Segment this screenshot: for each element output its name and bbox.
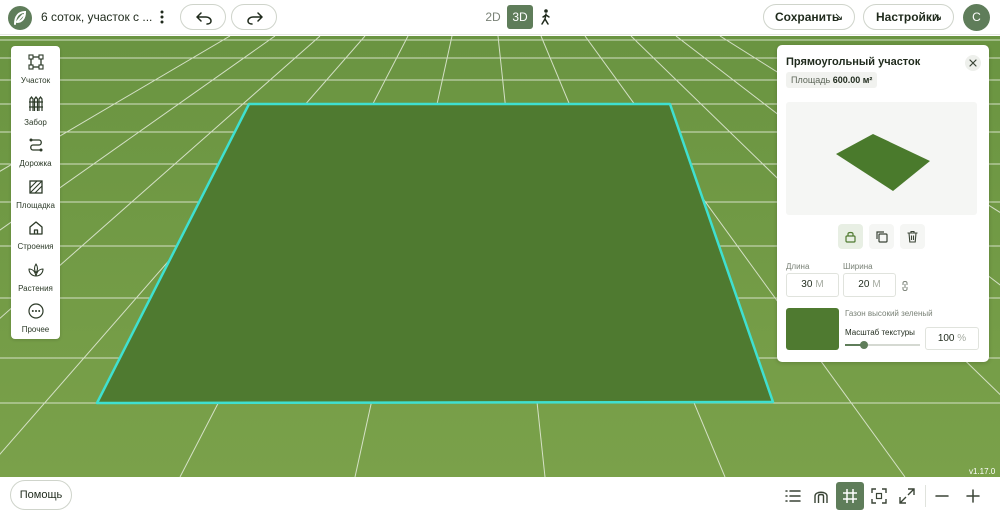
grid-toggle-button[interactable] xyxy=(836,482,864,510)
bottom-bar: Помощь xyxy=(0,477,1000,514)
save-button-label: Сохранить xyxy=(775,10,840,24)
delete-button[interactable] xyxy=(900,224,925,249)
plant-icon xyxy=(28,263,44,277)
link-dimensions-toggle[interactable] xyxy=(901,279,909,291)
kebab-menu-icon xyxy=(160,10,164,24)
texture-swatch[interactable] xyxy=(786,308,839,350)
close-icon xyxy=(969,59,977,67)
snap-magnet-button[interactable] xyxy=(807,482,835,510)
minus-icon xyxy=(935,495,949,497)
redo-icon xyxy=(247,12,263,25)
tool-label: Площадка xyxy=(16,201,55,210)
tool-label: Строения xyxy=(17,242,54,251)
texture-scale-input[interactable]: 100 % xyxy=(925,327,979,350)
tool-plot[interactable]: Участок xyxy=(11,52,60,92)
arrow-down-right-icon: ↘ xyxy=(933,11,943,23)
zoom-out-button[interactable] xyxy=(928,482,956,510)
more-icon xyxy=(28,303,44,319)
properties-panel: Прямоугольный участок Площадь 600.00 м² … xyxy=(777,45,989,362)
plot-preview xyxy=(786,102,977,215)
settings-button[interactable]: Настройки ↘ xyxy=(863,4,954,30)
texture-scale-unit: % xyxy=(957,333,967,344)
grid-icon xyxy=(843,489,857,503)
slider-thumb[interactable] xyxy=(859,341,868,349)
list-icon xyxy=(785,490,801,502)
trash-icon xyxy=(907,230,918,243)
user-avatar[interactable]: С xyxy=(963,4,990,31)
tool-label: Растения xyxy=(18,284,53,293)
width-label: Ширина xyxy=(843,262,873,271)
lock-button[interactable] xyxy=(838,224,863,249)
view-3d-button[interactable]: 3D xyxy=(507,5,533,29)
layers-list-button[interactable] xyxy=(779,482,807,510)
area-value: 600.00 м² xyxy=(832,75,873,85)
tool-fence[interactable]: Забор xyxy=(11,94,60,134)
tool-other[interactable]: Прочее xyxy=(11,301,60,341)
length-input[interactable]: 30 М xyxy=(786,273,839,297)
toolbar-divider xyxy=(925,485,926,507)
area-badge: Площадь 600.00 м² xyxy=(786,72,878,88)
tool-label: Прочее xyxy=(21,325,50,334)
texture-scale-slider[interactable] xyxy=(845,341,920,349)
panel-title: Прямоугольный участок xyxy=(786,56,921,68)
tool-palette: Участок Забор Дорожка Площадка Строения … xyxy=(11,46,60,339)
expand-icon xyxy=(899,488,915,504)
walk-mode-button[interactable] xyxy=(538,8,554,26)
path-icon xyxy=(29,138,43,152)
top-bar: 6 соток, участок с ... 2D 3D Сохранить ↘… xyxy=(0,0,1000,35)
length-value: 30 xyxy=(801,279,813,290)
view-2d-button[interactable]: 2D xyxy=(481,5,505,29)
project-menu-button[interactable] xyxy=(155,9,169,25)
length-unit: М xyxy=(815,279,824,290)
leaf-logo-icon xyxy=(14,10,27,25)
tool-buildings[interactable]: Строения xyxy=(11,218,60,258)
width-input[interactable]: 20 М xyxy=(843,273,896,297)
texture-scale-value: 100 xyxy=(937,333,955,344)
plot-preview-shape xyxy=(836,134,930,191)
magnet-icon xyxy=(814,491,828,503)
focus-selection-button[interactable] xyxy=(865,482,893,510)
focus-frame-icon xyxy=(871,488,887,504)
tool-plants[interactable]: Растения xyxy=(11,260,60,300)
duplicate-button[interactable] xyxy=(869,224,894,249)
redo-button[interactable] xyxy=(231,4,277,30)
building-icon xyxy=(29,221,43,235)
project-title[interactable]: 6 соток, участок с ... xyxy=(41,10,152,24)
undo-icon xyxy=(196,12,212,25)
area-label: Площадь xyxy=(791,75,831,85)
plot-icon xyxy=(28,54,44,70)
app-logo[interactable] xyxy=(8,6,32,30)
tool-label: Участок xyxy=(20,76,51,85)
link-icon xyxy=(902,281,908,291)
tool-label: Забор xyxy=(24,118,47,127)
help-button[interactable]: Помощь xyxy=(10,480,72,510)
undo-button[interactable] xyxy=(180,4,226,30)
tool-path[interactable]: Дорожка xyxy=(11,135,60,175)
zoom-in-button[interactable] xyxy=(959,482,987,510)
fence-icon xyxy=(29,96,43,111)
lock-icon xyxy=(845,231,856,243)
save-button[interactable]: Сохранить ↘ xyxy=(763,4,855,30)
pad-icon xyxy=(29,180,43,194)
app-version: v1.17.0 xyxy=(969,467,996,476)
width-unit: М xyxy=(872,279,881,290)
texture-scale-label: Масштаб текстуры xyxy=(845,328,915,337)
length-label: Длина xyxy=(786,262,810,271)
copy-icon xyxy=(876,231,888,243)
arrow-down-right-icon: ↘ xyxy=(834,11,844,23)
walking-person-icon xyxy=(541,9,550,25)
tool-label: Дорожка xyxy=(19,159,52,168)
tool-pad[interactable]: Площадка xyxy=(11,177,60,217)
fullscreen-button[interactable] xyxy=(893,482,921,510)
settings-button-label: Настройки xyxy=(876,10,940,24)
plus-icon xyxy=(966,489,980,503)
width-value: 20 xyxy=(858,279,870,290)
panel-close-button[interactable] xyxy=(965,55,981,71)
texture-name: Газон высокий зеленый xyxy=(845,309,933,318)
